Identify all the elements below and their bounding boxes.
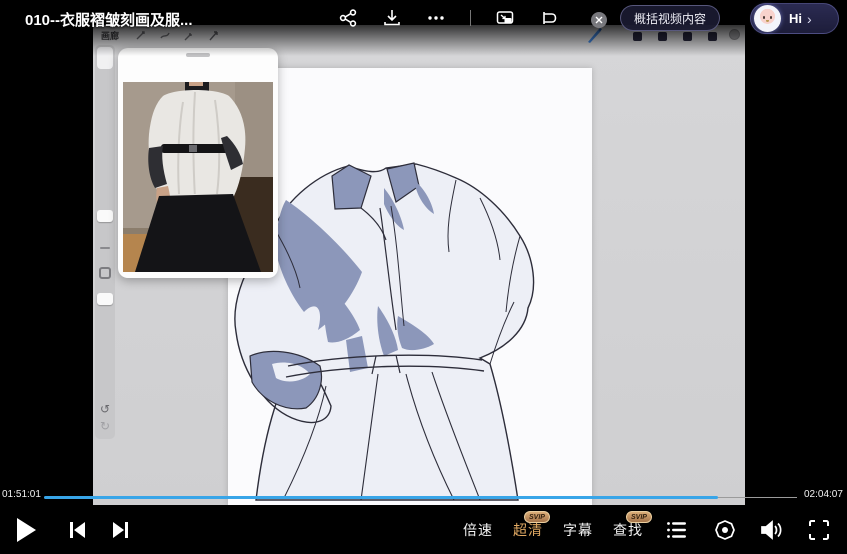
summarize-video-button[interactable]: 概括视频内容 (620, 5, 720, 31)
chevron-right-icon: › (807, 12, 812, 26)
undo-icon[interactable]: ↺ (95, 403, 115, 415)
app-toolbar-right[interactable] (633, 32, 717, 41)
redo-icon[interactable]: ↻ (95, 420, 115, 432)
share-icon[interactable] (338, 8, 358, 28)
svip-badge-find: SVIP (626, 511, 652, 523)
gallery-button[interactable]: 画廊 (101, 29, 119, 42)
control-bar: 倍速 超清 SVIP 字幕 查找 SVIP (0, 505, 847, 554)
brush-tool-icon[interactable] (585, 26, 603, 44)
play-button[interactable] (10, 505, 42, 554)
brush-size-slider[interactable] (97, 210, 113, 222)
minus-mark (100, 247, 110, 249)
progress-remaining (718, 497, 797, 498)
top-toolbar (338, 8, 559, 28)
cast-icon[interactable] (539, 8, 559, 28)
subtitle-button[interactable]: 字幕 (558, 505, 598, 554)
next-button[interactable] (106, 505, 136, 554)
adjust-tool-icon[interactable] (135, 30, 147, 42)
sidebar-top-button[interactable] (97, 47, 113, 69)
download-icon[interactable] (382, 8, 402, 28)
opacity-slider[interactable] (97, 293, 113, 305)
speed-button[interactable]: 倍速 (458, 505, 498, 554)
video-player: 画廊 (0, 0, 847, 554)
transform-tool-icon[interactable] (183, 30, 195, 42)
fullscreen-icon[interactable] (803, 505, 835, 554)
lens-icon[interactable] (710, 505, 740, 554)
assistant-label: Hi (789, 11, 802, 26)
current-time: 01:51:01 (2, 489, 41, 500)
assistant-avatar (754, 5, 781, 32)
video-title: 010--衣服褶皱刻画及服... (25, 9, 193, 30)
toolbar-divider (470, 10, 471, 26)
more-icon[interactable] (426, 8, 446, 28)
reference-panel[interactable] (118, 48, 278, 278)
progress-played (44, 496, 718, 499)
progress-bar[interactable] (44, 494, 797, 500)
previous-button[interactable] (62, 505, 92, 554)
shirt-sketch (228, 68, 592, 505)
playlist-icon[interactable] (662, 505, 692, 554)
close-icon[interactable] (591, 12, 607, 28)
arrow-tool-icon[interactable] (207, 30, 219, 42)
reference-photo (123, 82, 273, 272)
total-time: 02:04:07 (804, 489, 843, 500)
drawing-canvas[interactable] (228, 68, 592, 505)
volume-icon[interactable] (755, 505, 787, 554)
app-toolbar-left[interactable] (135, 30, 219, 42)
ai-assistant-button[interactable]: Hi › (750, 3, 839, 34)
brush-sidebar[interactable]: ↺ ↻ (95, 45, 115, 439)
color-swatch-icon[interactable] (729, 29, 740, 40)
video-frame[interactable]: 画廊 (93, 25, 745, 505)
modify-button[interactable] (99, 267, 111, 279)
panel-drag-handle[interactable] (186, 53, 210, 57)
pip-icon[interactable] (495, 8, 515, 28)
select-tool-icon[interactable] (159, 30, 171, 42)
svip-badge-quality: SVIP (524, 511, 550, 523)
